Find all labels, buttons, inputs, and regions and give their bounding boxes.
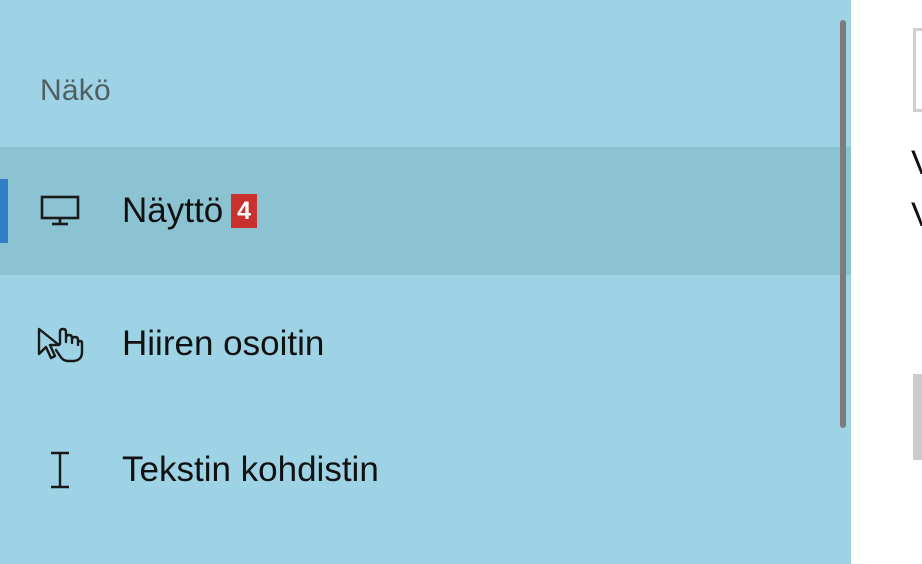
monitor-icon — [36, 187, 84, 235]
content-control[interactable] — [913, 374, 922, 460]
sidebar-item-label: Näyttö 4 — [122, 191, 258, 231]
content-text-line: V — [911, 196, 922, 235]
preview-box — [913, 28, 922, 112]
sidebar-item-label: Tekstin kohdistin — [122, 450, 379, 489]
sidebar-scrollbar[interactable] — [840, 20, 846, 428]
selection-indicator — [0, 179, 8, 243]
display-label-text: Näyttö — [122, 191, 224, 230]
mouse-pointer-hand-icon — [36, 320, 84, 368]
sidebar-item-mouse-pointer[interactable]: Hiiren osoitin — [0, 280, 851, 408]
content-text-line: V — [911, 144, 922, 183]
sidebar-item-text-cursor[interactable]: Tekstin kohdistin — [0, 406, 851, 534]
content-pane: V V — [851, 0, 922, 564]
step-number-badge: 4 — [231, 194, 258, 228]
settings-window: Näkö Näyttö 4 Hiiren osoitin Tekstin koh… — [0, 0, 922, 564]
sidebar-navigation: Näkö Näyttö 4 Hiiren osoitin Tekstin koh… — [0, 0, 851, 564]
sidebar-item-display[interactable]: Näyttö 4 — [0, 147, 851, 275]
sidebar-item-label: Hiiren osoitin — [122, 324, 325, 363]
text-cursor-icon — [36, 446, 84, 494]
section-heading: Näkö — [40, 74, 111, 107]
